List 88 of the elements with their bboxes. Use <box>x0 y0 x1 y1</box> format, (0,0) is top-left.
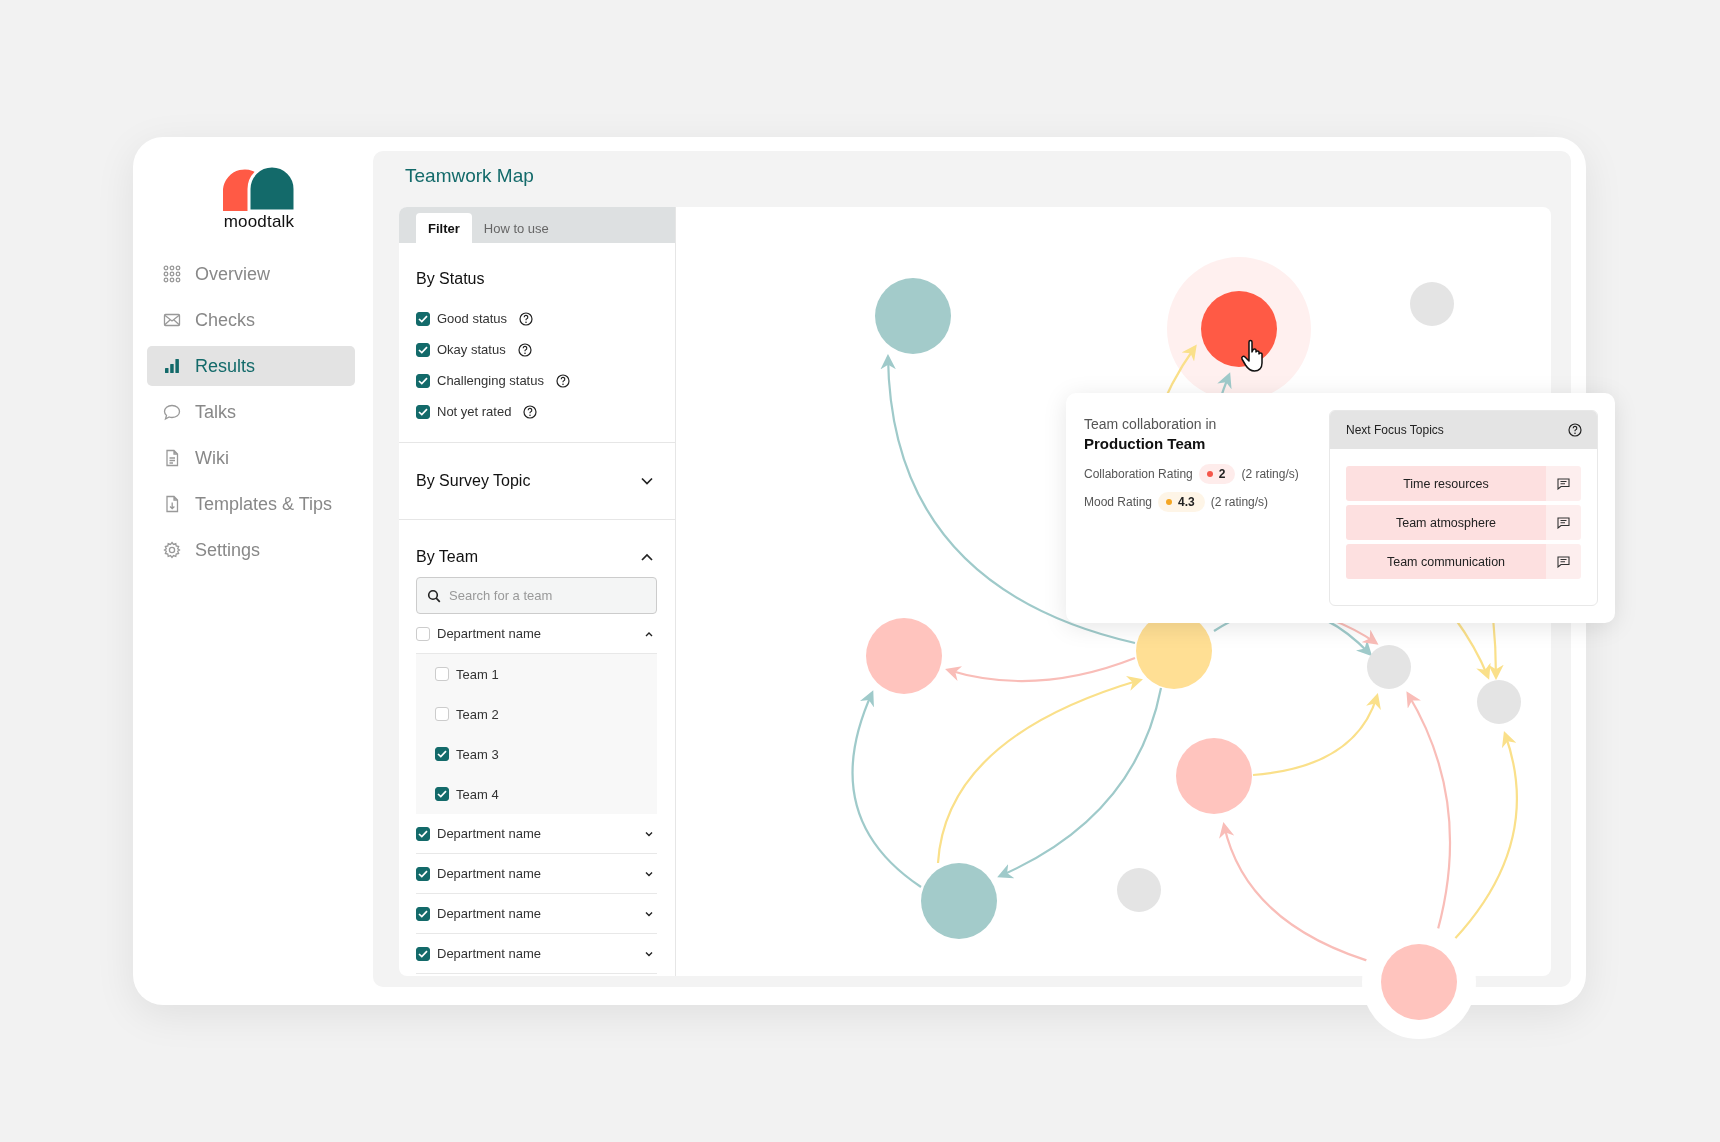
help-icon[interactable] <box>555 373 570 388</box>
topic-button[interactable]: Team atmosphere <box>1346 505 1546 540</box>
comment-icon <box>1557 477 1570 490</box>
settings-icon <box>163 541 181 559</box>
checkbox-label: Not yet rated <box>437 404 512 419</box>
nav-item[interactable]: Checks <box>147 300 355 340</box>
checkbox[interactable] <box>416 826 430 841</box>
map-node[interactable] <box>921 863 997 939</box>
chevron-icon[interactable] <box>645 910 653 917</box>
checkbox[interactable] <box>416 866 430 881</box>
grid-icon <box>163 265 181 283</box>
department-label: Department name <box>437 946 542 961</box>
checkbox[interactable] <box>435 747 449 761</box>
checkbox-label: Okay status <box>437 342 506 357</box>
map-node[interactable] <box>866 618 942 694</box>
panel-heading: Next Focus Topics <box>1346 423 1444 437</box>
chevron-icon[interactable] <box>641 477 653 485</box>
nav-item[interactable]: Results <box>147 346 355 386</box>
page-title: Teamwork Map <box>405 164 535 188</box>
chevron-icon[interactable] <box>645 870 653 877</box>
team-label: Team 3 <box>456 746 499 762</box>
hand-cursor-icon <box>1241 339 1263 372</box>
section-heading: By Team <box>416 548 478 566</box>
tooltip-team-name: Production Team <box>1084 435 1207 452</box>
team-label: Team 4 <box>456 786 499 802</box>
topic-button[interactable]: Team communication <box>1346 544 1546 579</box>
chevron-icon[interactable] <box>641 553 653 561</box>
chevron-icon[interactable] <box>645 630 653 637</box>
map-node[interactable] <box>1176 738 1252 814</box>
help-icon[interactable] <box>519 311 534 326</box>
envelope-icon <box>163 311 181 329</box>
checkbox-label: Challenging status <box>437 373 544 388</box>
checkbox[interactable] <box>416 404 430 419</box>
topic-button[interactable]: Time resources <box>1346 466 1546 501</box>
checkbox-label: Good status <box>437 311 508 326</box>
checkbox[interactable] <box>435 787 449 801</box>
tab[interactable]: How to use <box>471 213 561 243</box>
map-node[interactable] <box>1367 645 1411 689</box>
rating-label: Mood Rating <box>1084 495 1153 509</box>
map-node[interactable] <box>1381 944 1457 1020</box>
document-download-icon <box>163 495 181 513</box>
checkbox[interactable] <box>416 373 430 388</box>
help-icon[interactable] <box>523 404 538 419</box>
rating-count: (2 rating/s) <box>1241 467 1299 481</box>
department-label: Department name <box>437 906 542 921</box>
map-node[interactable] <box>1477 680 1521 724</box>
help-icon[interactable] <box>1568 423 1582 437</box>
map-node[interactable] <box>875 278 951 354</box>
comment-button[interactable] <box>1546 466 1581 501</box>
logo-text: moodtalk <box>223 212 295 232</box>
section-heading: By Status <box>416 270 485 288</box>
map-node[interactable] <box>1117 868 1161 912</box>
bar-chart-icon <box>163 357 181 375</box>
checkbox[interactable] <box>416 311 430 326</box>
help-icon[interactable] <box>517 342 532 357</box>
comment-icon <box>1557 516 1570 529</box>
tab[interactable]: Filter <box>416 213 472 243</box>
team-label: Team 2 <box>456 706 499 722</box>
rating-badge: 4.3 <box>1158 492 1205 512</box>
team-label: Team 1 <box>456 666 499 682</box>
section-heading: By Survey Topic <box>416 472 531 490</box>
map-node[interactable] <box>1410 282 1454 326</box>
checkbox[interactable] <box>416 946 430 961</box>
speech-bubble-icon <box>163 403 181 421</box>
comment-button[interactable] <box>1546 505 1581 540</box>
rating-label: Collaboration Rating <box>1084 467 1193 481</box>
department-label: Department name <box>437 866 542 881</box>
chevron-icon[interactable] <box>645 950 653 957</box>
checkbox[interactable] <box>416 342 430 357</box>
logo-icon <box>223 165 295 211</box>
comment-button[interactable] <box>1546 544 1581 579</box>
nav-item[interactable]: Templates & Tips <box>147 484 355 524</box>
tooltip-subtitle: Team collaboration in <box>1084 416 1218 432</box>
department-label: Department name <box>437 626 542 641</box>
chevron-icon[interactable] <box>645 830 653 837</box>
comment-icon <box>1557 555 1570 568</box>
checkbox[interactable] <box>416 906 430 921</box>
rating-badge: 2 <box>1198 464 1236 484</box>
map-node[interactable] <box>1201 291 1277 367</box>
nav-item[interactable]: Settings <box>147 530 355 570</box>
nav-item[interactable]: Overview <box>147 254 355 294</box>
search-icon <box>427 589 441 603</box>
document-icon <box>163 449 181 467</box>
nav-item[interactable]: Talks <box>147 392 355 432</box>
search-field[interactable]: Search for a team <box>416 577 657 614</box>
rating-count: (2 rating/s) <box>1210 495 1269 509</box>
nav-item[interactable]: Wiki <box>147 438 355 478</box>
department-label: Department name <box>437 826 542 841</box>
